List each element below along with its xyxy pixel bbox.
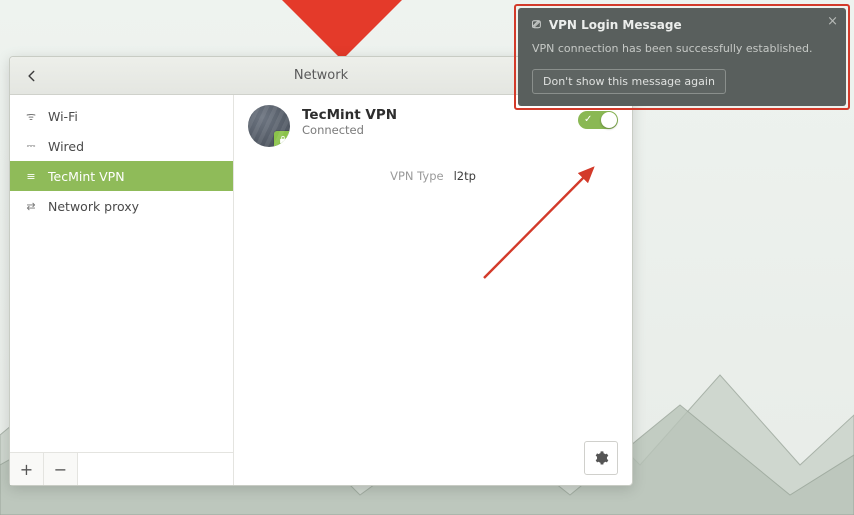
sidebar-item-vpn[interactable]: ≡ TecMint VPN [10,161,233,191]
wired-icon: ⎓ [24,139,38,153]
notification-body: VPN connection has been successfully est… [532,42,832,55]
network-icon: ⎚ [532,18,541,32]
notification-close-button[interactable]: × [827,14,838,29]
proxy-icon: ⇄ [24,200,38,213]
notification-title: VPN Login Message [549,18,682,32]
annotation-triangle [272,0,412,60]
connection-state: Connected [302,123,566,137]
sidebar-item-label: Network proxy [48,199,139,214]
annotation-notification-highlight: × ⎚ VPN Login Message VPN connection has… [514,4,850,110]
sidebar-item-label: TecMint VPN [48,169,125,184]
check-icon: ✓ [584,115,592,125]
sidebar-item-label: Wired [48,139,84,154]
vpn-enable-toggle[interactable]: ✓ [578,111,618,129]
toggle-knob [601,112,617,128]
sidebar-list: ᯤ Wi-Fi ⎓ Wired ≡ TecMint VPN ⇄ Network … [10,95,233,452]
sidebar-item-wired[interactable]: ⎓ Wired [10,131,233,161]
wifi-icon: ᯤ [24,109,38,124]
vpn-icon: ≡ [24,170,38,183]
network-settings-window: Network ᯤ Wi-Fi ⎓ Wired ≡ TecMint VPN ⇄ [9,56,633,486]
connection-details: TecMint VPN Connected ✓ VPN Type l2tp [234,95,632,485]
vpn-type-value: l2tp [454,169,476,183]
sidebar: ᯤ Wi-Fi ⎓ Wired ≡ TecMint VPN ⇄ Network … [10,95,234,485]
lock-icon [274,131,290,147]
connection-settings-button[interactable] [584,441,618,475]
sidebar-item-proxy[interactable]: ⇄ Network proxy [10,191,233,221]
back-button[interactable] [14,62,50,90]
remove-connection-button[interactable]: − [44,453,78,485]
sidebar-item-wifi[interactable]: ᯤ Wi-Fi [10,101,233,131]
add-connection-button[interactable]: + [10,453,44,485]
notification: × ⎚ VPN Login Message VPN connection has… [518,8,846,106]
notification-dismiss-button[interactable]: Don't show this message again [532,69,726,94]
vpn-globe-icon [248,105,290,147]
sidebar-footer: + − [10,452,233,485]
gear-icon [593,450,609,466]
notification-title-row: ⎚ VPN Login Message [532,18,832,32]
sidebar-item-label: Wi-Fi [48,109,78,124]
vpn-type-label: VPN Type [390,169,443,183]
connection-property-row: VPN Type l2tp [248,169,618,183]
